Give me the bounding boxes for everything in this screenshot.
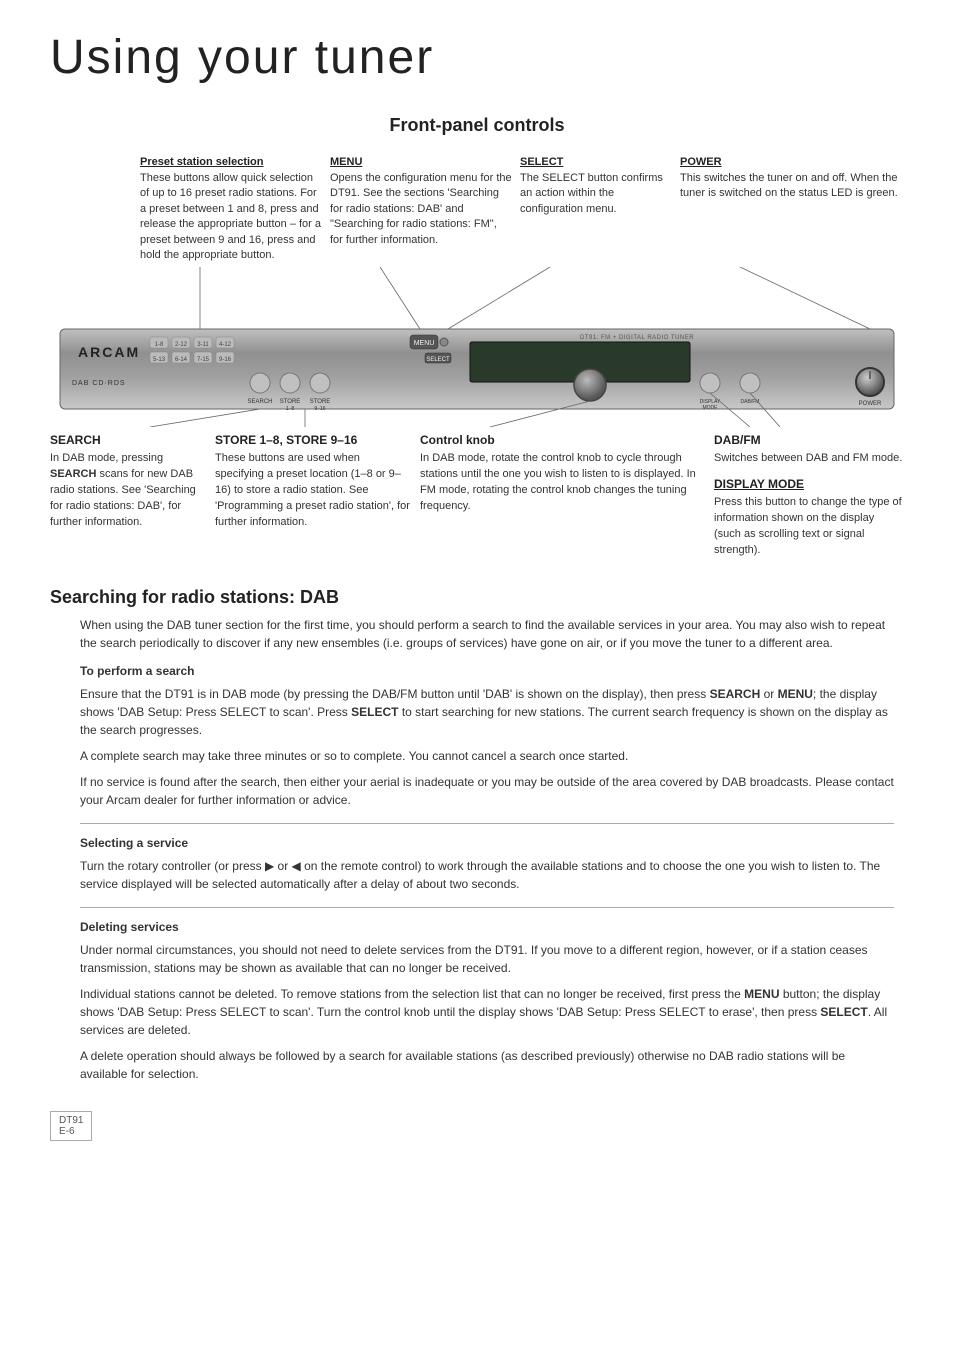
footer-page: E-6 (59, 1126, 83, 1137)
control-knob-text: In DAB mode, rotate the control knob to … (420, 451, 704, 515)
dab-section-title: Searching for radio stations: DAB (50, 587, 904, 608)
preset-annotation: Preset station selection These buttons a… (140, 156, 330, 263)
svg-text:DT91: FM + DIGITAL RADIO TUNER: DT91: FM + DIGITAL RADIO TUNER (580, 335, 694, 341)
svg-text:3-11: 3-11 (197, 342, 209, 348)
svg-text:DAB CD·RDS: DAB CD·RDS (72, 380, 126, 387)
power-label: POWER (680, 156, 904, 168)
display-mode-title: DISPLAY MODE (714, 477, 904, 491)
bottom-callouts: SEARCH In DAB mode, pressing SEARCH scan… (50, 427, 904, 559)
preset-label: Preset station selection (140, 156, 322, 168)
footer-tag: DT91 E-6 (50, 1111, 92, 1141)
deleting-services-p3: A delete operation should always be foll… (80, 1047, 894, 1083)
store-callout-text: These buttons are used when specifying a… (215, 451, 410, 531)
menu-annotation: MENU Opens the configuration menu for th… (330, 156, 520, 248)
search-callout-title: SEARCH (50, 433, 205, 447)
control-knob-title: Control knob (420, 433, 704, 447)
perform-search-p1: Ensure that the DT91 is in DAB mode (by … (80, 685, 894, 739)
svg-text:SEARCH: SEARCH (247, 399, 272, 405)
svg-text:SELECT: SELECT (426, 357, 450, 363)
tuner-svg: ARCAM DAB CD·RDS 1-8 2-12 3-11 4-12 MENU… (50, 267, 904, 427)
select-annotation: SELECT The SELECT button confirms an act… (520, 156, 680, 217)
deleting-services-p2: Individual stations cannot be deleted. T… (80, 985, 894, 1039)
front-panel-title: Front-panel controls (50, 115, 904, 136)
svg-text:5-13: 5-13 (153, 357, 166, 363)
menu-text: Opens the configuration menu for the DT9… (330, 171, 512, 248)
selecting-service-title: Selecting a service (80, 834, 894, 852)
dabfm-callout: DAB/FM Switches between DAB and FM mode. (714, 433, 904, 467)
divider-1 (80, 823, 894, 824)
svg-text:2-12: 2-12 (175, 342, 188, 348)
deleting-services-p1: Under normal circumstances, you should n… (80, 941, 894, 977)
svg-text:1-8: 1-8 (155, 342, 164, 348)
dabfm-title: DAB/FM (714, 433, 904, 447)
selecting-service-text: Turn the rotary controller (or press ▶ o… (80, 857, 894, 893)
menu-label: MENU (330, 156, 512, 168)
store-callout-title: STORE 1–8, STORE 9–16 (215, 433, 410, 447)
search-callout-text: In DAB mode, pressing SEARCH scans for n… (50, 451, 205, 531)
svg-text:ARCAM: ARCAM (78, 344, 140, 360)
svg-text:MENU: MENU (414, 340, 435, 347)
search-callout: SEARCH In DAB mode, pressing SEARCH scan… (50, 433, 205, 559)
dab-intro: When using the DAB tuner section for the… (80, 616, 894, 652)
dabfm-text: Switches between DAB and FM mode. (714, 451, 904, 467)
svg-text:6-14: 6-14 (175, 357, 188, 363)
select-label: SELECT (520, 156, 672, 168)
dab-section: Searching for radio stations: DAB When u… (50, 577, 904, 1083)
perform-search-p2: A complete search may take three minutes… (80, 747, 894, 765)
preset-text: These buttons allow quick selection of u… (140, 171, 322, 263)
tuner-wrapper: ARCAM DAB CD·RDS 1-8 2-12 3-11 4-12 MENU… (50, 267, 904, 427)
perform-search-p3: If no service is found after the search,… (80, 773, 894, 809)
svg-text:MODE: MODE (703, 405, 719, 411)
display-mode-callout: DISPLAY MODE Press this button to change… (714, 477, 904, 559)
svg-text:4-12: 4-12 (219, 342, 232, 348)
select-text: The SELECT button confirms an action wit… (520, 171, 672, 217)
front-panel-diagram: Preset station selection These buttons a… (50, 156, 904, 559)
dab-section-body: When using the DAB tuner section for the… (50, 616, 904, 1083)
store-callout: STORE 1–8, STORE 9–16 These buttons are … (215, 433, 410, 559)
svg-text:1–8: 1–8 (286, 406, 295, 412)
svg-text:STORE: STORE (280, 399, 301, 405)
footer-model: DT91 (59, 1115, 83, 1126)
control-knob-callout: Control knob In DAB mode, rotate the con… (420, 433, 704, 559)
svg-text:POWER: POWER (859, 401, 882, 407)
display-mode-text: Press this button to change the type of … (714, 495, 904, 559)
svg-text:STORE: STORE (310, 399, 331, 405)
svg-text:9-16: 9-16 (219, 357, 232, 363)
power-annotation: POWER This switches the tuner on and off… (680, 156, 904, 202)
divider-2 (80, 907, 894, 908)
svg-text:7-15: 7-15 (197, 357, 210, 363)
page-title: Using your tuner (50, 30, 904, 85)
perform-search-title: To perform a search (80, 662, 894, 680)
deleting-services-title: Deleting services (80, 918, 894, 936)
power-text: This switches the tuner on and off. When… (680, 171, 904, 202)
svg-text:9–16: 9–16 (314, 406, 325, 412)
right-callouts: DAB/FM Switches between DAB and FM mode.… (714, 433, 904, 559)
